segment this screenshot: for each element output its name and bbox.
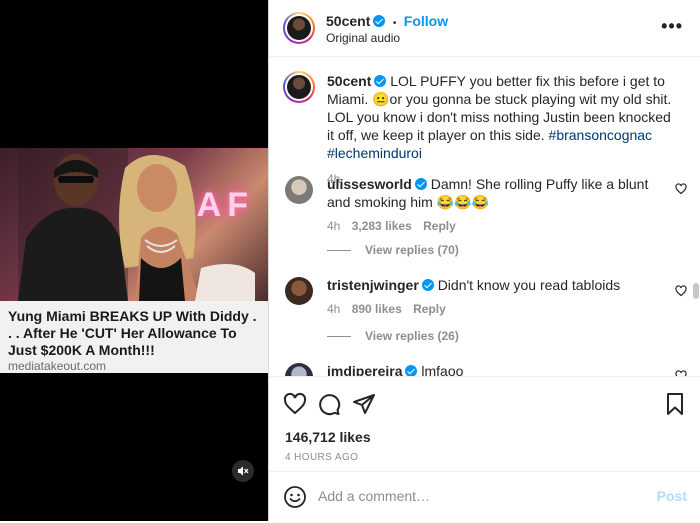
hashtag[interactable]: #bransoncognac xyxy=(549,127,653,143)
verified-badge-icon xyxy=(421,279,434,291)
woman-figure xyxy=(119,154,255,301)
commenter-avatar[interactable] xyxy=(285,277,313,305)
mute-button[interactable] xyxy=(232,460,254,482)
reply-button[interactable]: Reply xyxy=(423,219,456,233)
comment: tristenjwinger Didn't know you read tabl… xyxy=(327,276,657,318)
post-header: 50cent • Follow Original audio ••• xyxy=(269,0,700,57)
commenter-avatar[interactable] xyxy=(285,176,313,204)
author-username[interactable]: 50cent xyxy=(326,13,370,29)
verified-badge-icon xyxy=(414,178,427,190)
audio-link[interactable]: Original audio xyxy=(326,31,400,45)
like-heart-icon[interactable] xyxy=(283,392,307,416)
view-replies-button[interactable]: View replies (26) xyxy=(327,329,459,343)
likes-count[interactable]: 146,712 likes xyxy=(285,429,371,445)
scrollbar[interactable] xyxy=(693,283,699,299)
separator-dot: • xyxy=(392,18,397,29)
post-panel: 50cent • Follow Original audio ••• 50cen… xyxy=(268,0,700,521)
comment-username[interactable]: ulissesworld xyxy=(327,176,412,192)
author-line: 50cent • Follow xyxy=(326,13,448,31)
post-media[interactable]: CAF Yung Miami BREAKS UP With Diddy . . … xyxy=(0,0,268,521)
caption-username[interactable]: 50cent xyxy=(327,73,371,89)
emoji-icon[interactable] xyxy=(283,485,307,509)
caption-avatar[interactable] xyxy=(283,71,315,103)
commenter-avatar[interactable] xyxy=(285,363,313,376)
comment-input[interactable]: Add a comment… xyxy=(318,488,430,504)
post-timestamp[interactable]: 4 HOURS AGO xyxy=(285,452,358,463)
add-comment-bar: Add a comment… Post xyxy=(269,471,700,523)
article-source: mediatakeout.com xyxy=(8,359,107,373)
verified-badge-icon xyxy=(373,15,386,27)
save-bookmark-icon[interactable] xyxy=(663,392,687,416)
follow-button[interactable]: Follow xyxy=(404,13,448,29)
comment-likes[interactable]: 890 likes xyxy=(352,302,402,316)
share-send-icon[interactable] xyxy=(352,392,376,416)
comment: imdjpereira lmfaoo xyxy=(327,362,657,376)
comment-username[interactable]: tristenjwinger xyxy=(327,277,419,293)
comment-time: 4h xyxy=(327,219,341,233)
comment-time: 4h xyxy=(327,302,341,316)
comment-text: lmfaoo xyxy=(421,363,464,376)
comment-likes[interactable]: 3,283 likes xyxy=(352,219,412,233)
author-avatar[interactable] xyxy=(283,12,315,44)
speaker-muted-icon xyxy=(238,466,249,476)
article-headline: Yung Miami BREAKS UP With Diddy . . . Af… xyxy=(8,308,257,358)
reply-button[interactable]: Reply xyxy=(413,302,446,316)
more-options-icon[interactable]: ••• xyxy=(661,16,683,37)
like-comment-heart-icon[interactable] xyxy=(675,183,687,195)
caption: 50cent LOL PUFFY you better fix this bef… xyxy=(327,72,677,188)
comment-username[interactable]: imdjpereira xyxy=(327,363,402,376)
like-comment-heart-icon[interactable] xyxy=(675,285,687,297)
view-replies-button[interactable]: View replies (70) xyxy=(327,243,459,257)
comments-scroll-area[interactable]: 50cent LOL PUFFY you better fix this bef… xyxy=(269,57,700,376)
verified-badge-icon xyxy=(405,365,418,376)
comment: ulissesworld Damn! She rolling Puffy lik… xyxy=(327,175,657,235)
post-actions: 146,712 likes 4 HOURS AGO Add a comment…… xyxy=(269,376,700,522)
verified-badge-icon xyxy=(374,75,387,87)
hashtag[interactable]: #lecheminduroi xyxy=(327,145,422,161)
comment-text: Didn't know you read tabloids xyxy=(437,277,621,293)
post-comment-button[interactable]: Post xyxy=(657,488,687,504)
post-photo: CAF xyxy=(0,148,268,301)
comment-bubble-icon[interactable] xyxy=(317,392,341,416)
article-card[interactable]: Yung Miami BREAKS UP With Diddy . . . Af… xyxy=(0,301,268,373)
